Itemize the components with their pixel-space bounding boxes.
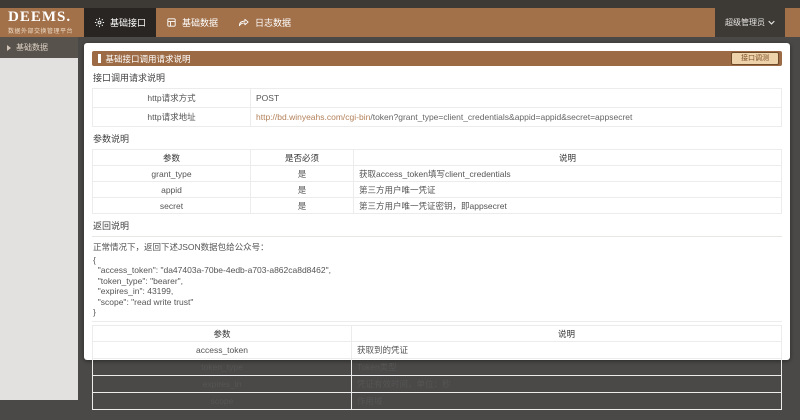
params-table: 参数 是否必须 说明 grant_type 是 获取access_token填写… — [92, 149, 782, 214]
field-name: access_token — [93, 342, 352, 359]
col-header-desc: 说明 — [354, 150, 782, 166]
tab-label: 日志数据 — [255, 16, 291, 29]
request-row-name: http请求地址 — [93, 108, 251, 127]
col-header-desc: 说明 — [352, 326, 782, 342]
param-required: 是 — [251, 166, 354, 182]
request-row-value: POST — [251, 89, 782, 108]
col-header-param: 参数 — [93, 326, 352, 342]
tab-basic-data[interactable]: 基础数据 — [156, 8, 228, 37]
panel-title: 基础接口调用请求说明 — [106, 53, 191, 65]
main-navbar: DEEMS. 数据外部交换管理平台 基础接口 基础数据 — [0, 8, 800, 37]
json-line: "token_type": "bearer", — [93, 276, 781, 286]
col-header-required: 是否必须 — [251, 150, 354, 166]
brand-logo[interactable]: DEEMS. 数据外部交换管理平台 — [0, 8, 84, 37]
tab-label: 基础数据 — [182, 16, 218, 29]
param-name: appid — [93, 182, 251, 198]
sidebar: 基础数据 — [0, 37, 78, 400]
response-intro: 正常情况下，返回下述JSON数据包给公众号： — [92, 237, 782, 254]
grid-icon — [166, 17, 177, 28]
params-section-label: 参数说明 — [92, 127, 782, 149]
json-line: "scope": "read write trust" — [93, 297, 781, 307]
request-table: http请求方式 POST http请求地址 http://bd.winyeah… — [92, 88, 782, 127]
json-line: { — [93, 255, 781, 265]
param-name: grant_type — [93, 166, 251, 182]
tab-label: 基础接口 — [110, 16, 146, 29]
field-desc: Token类型 — [352, 359, 782, 376]
table-row: http请求地址 http://bd.winyeahs.com/cgi-bin/… — [93, 108, 782, 127]
response-json-sample: { "access_token": "da47403a-70be-4edb-a7… — [92, 254, 782, 322]
request-row-name: http请求方式 — [93, 89, 251, 108]
param-desc: 获取access_token填写client_credentials — [354, 166, 782, 182]
chevron-down-icon — [768, 18, 775, 27]
sidebar-item-label: 基础数据 — [16, 42, 48, 53]
table-row: secret 是 第三方用户唯一凭证密钥，即appsecret — [93, 198, 782, 214]
share-icon — [238, 17, 250, 28]
table-header-row: 参数 说明 — [93, 326, 782, 342]
field-desc: 凭证有效时间，单位：秒 — [352, 376, 782, 393]
json-line: } — [93, 307, 781, 317]
response-fields-table: 参数 说明 access_token 获取到的凭证 token_type Tok… — [92, 325, 782, 410]
field-name: expires_in — [93, 376, 352, 393]
brand-name: DEEMS. — [8, 10, 84, 25]
table-header-row: 参数 是否必须 说明 — [93, 150, 782, 166]
table-row: access_token 获取到的凭证 — [93, 342, 782, 359]
request-url-cell: http://bd.winyeahs.com/cgi-bin/token?gra… — [251, 108, 782, 127]
json-line: "expires_in": 43199, — [93, 286, 781, 296]
request-url-query: /token?grant_type=client_credentials&app… — [370, 112, 632, 122]
tab-log-data[interactable]: 日志数据 — [228, 8, 301, 37]
table-row: scope 作用域 — [93, 393, 782, 410]
table-row: token_type Token类型 — [93, 359, 782, 376]
field-name: token_type — [93, 359, 352, 376]
user-menu-label: 超级管理员 — [725, 17, 765, 28]
content-panel: 基础接口调用请求说明 接口调测 接口调用请求说明 http请求方式 POST h… — [84, 43, 790, 360]
param-name: secret — [93, 198, 251, 214]
json-line: "access_token": "da47403a-70be-4edb-a703… — [93, 265, 781, 275]
param-desc: 第三方用户唯一凭证密钥，即appsecret — [354, 198, 782, 214]
table-row: http请求方式 POST — [93, 89, 782, 108]
top-strip — [0, 0, 800, 8]
sidebar-item-basic-data[interactable]: 基础数据 — [0, 37, 78, 58]
param-required: 是 — [251, 198, 354, 214]
col-header-param: 参数 — [93, 150, 251, 166]
request-section-label: 接口调用请求说明 — [92, 66, 782, 88]
triangle-right-icon — [7, 45, 11, 51]
table-row: expires_in 凭证有效时间，单位：秒 — [93, 376, 782, 393]
response-section-label: 返回说明 — [92, 214, 782, 237]
gear-icon — [94, 17, 105, 28]
field-name: scope — [93, 393, 352, 410]
title-marker — [98, 54, 101, 63]
request-url-link[interactable]: http://bd.winyeahs.com/cgi-bin — [256, 112, 370, 122]
table-row: grant_type 是 获取access_token填写client_cred… — [93, 166, 782, 182]
nav-tabs: 基础接口 基础数据 日志数据 — [84, 8, 301, 37]
api-debug-button[interactable]: 接口调测 — [731, 52, 779, 65]
user-menu[interactable]: 超级管理员 — [715, 8, 785, 37]
brand-tagline: 数据外部交换管理平台 — [8, 26, 84, 35]
table-row: appid 是 第三方用户唯一凭证 — [93, 182, 782, 198]
param-required: 是 — [251, 182, 354, 198]
field-desc: 获取到的凭证 — [352, 342, 782, 359]
param-desc: 第三方用户唯一凭证 — [354, 182, 782, 198]
tab-basic-interface[interactable]: 基础接口 — [84, 8, 156, 37]
field-desc: 作用域 — [352, 393, 782, 410]
panel-title-bar: 基础接口调用请求说明 接口调测 — [92, 51, 782, 66]
